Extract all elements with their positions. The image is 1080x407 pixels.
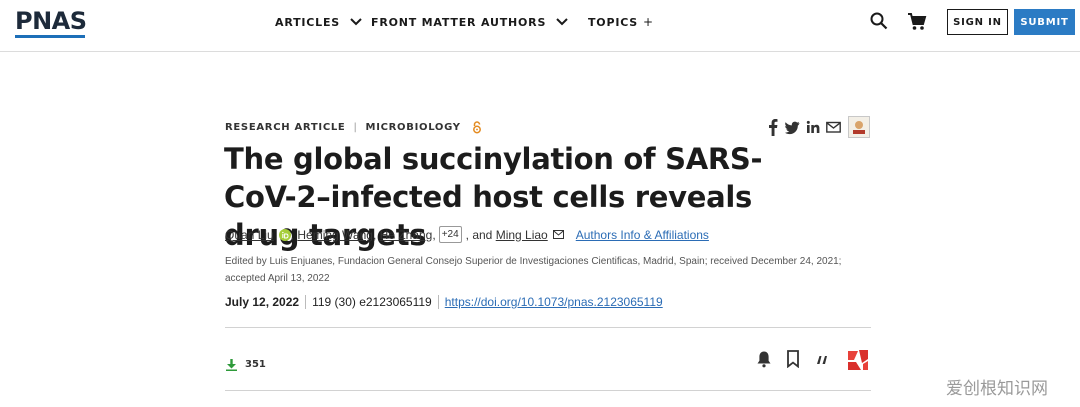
publication-date: July 12, 2022 [225,295,300,309]
nav-authors-label: AUTHORS [481,15,547,29]
nav-front-matter[interactable]: FRONT MATTER [371,0,476,44]
nav-topics-label: TOPICS [588,15,639,29]
twitter-icon[interactable] [785,118,800,136]
divider [225,390,871,391]
plus-icon: + [643,15,654,29]
publication-info: July 12, 2022 119 (30) e2123065119 https… [225,295,663,309]
author-link[interactable]: Heming Wang [297,228,373,242]
seal-icon [853,121,865,134]
mail-icon[interactable] [826,118,841,136]
download-count: 351 [245,359,266,370]
search-icon[interactable] [870,12,888,30]
chevron-down-icon [350,18,362,26]
author-link[interactable]: He Zhang [380,228,433,242]
submit-button[interactable]: SUBMIT [1014,9,1075,35]
author-separator: , [372,227,380,242]
meta-separator: | [353,122,358,133]
pnas-logo[interactable]: PNAS [15,8,87,38]
more-authors-button[interactable]: +24 [438,226,462,243]
facebook-icon[interactable] [768,118,778,136]
author-separator: , [432,227,436,242]
divider [437,295,439,309]
linkedin-icon[interactable] [806,118,820,136]
article-subject[interactable]: MICROBIOLOGY [366,122,461,133]
nav-authors[interactable]: AUTHORS [481,0,569,44]
citation-info: 119 (30) e2123065119 [312,295,432,309]
authors-info-affiliations-link[interactable]: Authors Info & Affiliations [576,228,709,242]
author-link[interactable]: Ming Liao [496,228,548,242]
top-navigation-bar: PNAS ARTICLES FRONT MATTER AUTHORS TOPIC… [0,0,1080,52]
logo-text: PNAS [15,7,87,35]
divider [225,327,871,328]
altmetric-icon[interactable] [845,347,871,373]
download-icon [226,359,237,371]
bookmark-icon[interactable] [786,350,800,368]
bell-icon[interactable] [756,350,772,368]
nav-front-matter-label: FRONT MATTER [371,15,477,29]
orcid-icon[interactable] [278,228,291,241]
article-meta: RESEARCH ARTICLE | MICROBIOLOGY [225,121,482,134]
open-access-icon [472,121,481,134]
nav-articles[interactable]: ARTICLES [275,0,363,44]
cart-icon[interactable] [907,12,927,31]
chevron-down-icon [556,18,568,26]
author-separator: , [290,227,298,242]
envelope-icon[interactable] [552,230,564,239]
doi-link[interactable]: https://doi.org/10.1073/pnas.2123065119 [445,295,663,309]
cite-icon[interactable] [816,350,828,368]
author-link[interactable]: Quan Liu [225,228,274,242]
edited-by-text: Edited by Luis Enjuanes, Fundacion Gener… [225,256,842,284]
sign-in-button[interactable]: SIGN IN [947,9,1008,35]
author-list: Quan Liu , Heming Wang , He Zhang , +24 … [225,226,709,243]
nav-articles-label: ARTICLES [275,15,341,29]
article-type: RESEARCH ARTICLE [225,122,346,133]
site-watermark: 爱创根知识网 [946,379,1048,399]
journal-badge-icon[interactable] [848,116,870,138]
author-and: , and [465,227,493,242]
logo-underline [15,35,85,38]
nav-topics[interactable]: TOPICS + [588,0,654,44]
divider [305,295,307,309]
